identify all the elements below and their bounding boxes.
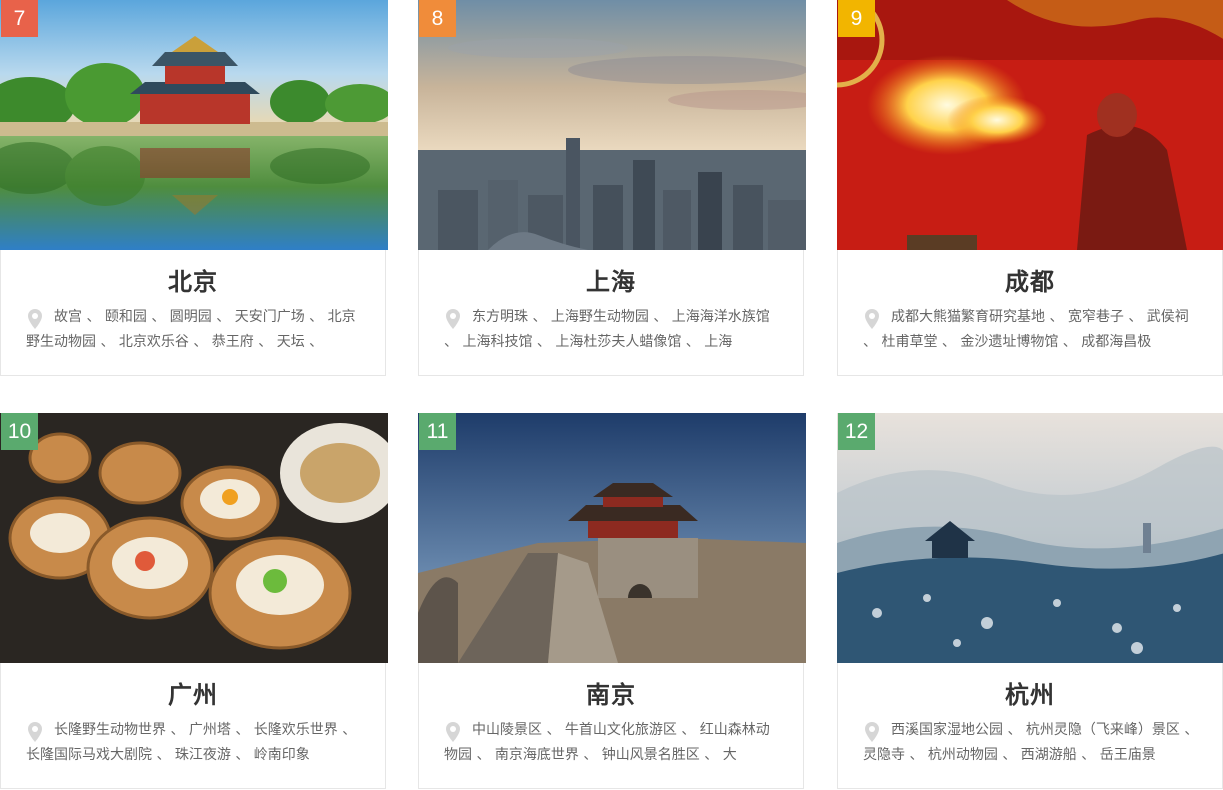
destination-card-guangzhou[interactable]: 10 广州 长隆野生动物世界 、 广州塔 、 长隆欢乐世界 、 长隆国际马戏大剧… [0,413,388,789]
city-title[interactable]: 成都 [838,262,1222,297]
city-title[interactable]: 北京 [1,262,385,297]
destination-card-chengdu[interactable]: 9 成都 成都大熊猫繁育研究基地 、 宽窄巷子 、 武侯祠 、 杜甫草堂 、 金… [837,0,1223,376]
attraction-list[interactable]: 东方明珠 、 上海野生动物园 、 上海海洋水族馆 、 上海科技馆 、 上海杜莎夫… [444,305,781,355]
city-photo-shanghai[interactable] [418,0,806,250]
attraction-list[interactable]: 故宫 、 颐和园 、 圆明园 、 天安门广场 、 北京野生动物园 、 北京欢乐谷… [26,305,363,355]
destination-card-beijing[interactable]: 7 北京 故宫 、 颐和园 、 圆明园 、 天安门广场 、 北京野生动物园 、 … [0,0,388,376]
city-photo-hangzhou[interactable] [837,413,1223,663]
rank-badge: 9 [838,0,875,37]
city-title[interactable]: 南京 [419,675,803,710]
rank-badge: 8 [419,0,456,37]
city-photo-nanjing[interactable] [418,413,806,663]
rank-badge: 7 [1,0,38,37]
destination-card-shanghai[interactable]: 8 上海 东方明珠 、 上海野生动物园 、 上海海洋水族馆 、 上海科技馆 、 … [418,0,806,376]
city-photo-chengdu[interactable] [837,0,1223,250]
attraction-list[interactable]: 西溪国家湿地公园 、 杭州灵隐（飞来峰）景区 、 灵隐寺 、 杭州动物园 、 西… [863,718,1200,768]
attraction-list[interactable]: 长隆野生动物世界 、 广州塔 、 长隆欢乐世界 、 长隆国际马戏大剧院 、 珠江… [26,718,363,768]
rank-badge: 12 [838,413,875,450]
city-photo-beijing[interactable] [0,0,388,250]
city-photo-guangzhou[interactable] [0,413,388,663]
destination-card-hangzhou[interactable]: 12 杭州 西溪国家湿地公园 、 杭州灵隐（飞来峰）景区 、 灵隐寺 、 杭州动… [837,413,1223,789]
destination-card-nanjing[interactable]: 11 南京 中山陵景区 、 牛首山文化旅游区 、 红山森林动物园 、 南京海底世… [418,413,806,789]
rank-badge: 11 [419,413,456,450]
attraction-list[interactable]: 成都大熊猫繁育研究基地 、 宽窄巷子 、 武侯祠 、 杜甫草堂 、 金沙遗址博物… [863,305,1200,355]
city-title[interactable]: 杭州 [838,675,1222,710]
city-title[interactable]: 上海 [419,262,803,297]
attraction-list[interactable]: 中山陵景区 、 牛首山文化旅游区 、 红山森林动物园 、 南京海底世界 、 钟山… [444,718,781,768]
city-title[interactable]: 广州 [1,675,385,710]
rank-badge: 10 [1,413,38,450]
